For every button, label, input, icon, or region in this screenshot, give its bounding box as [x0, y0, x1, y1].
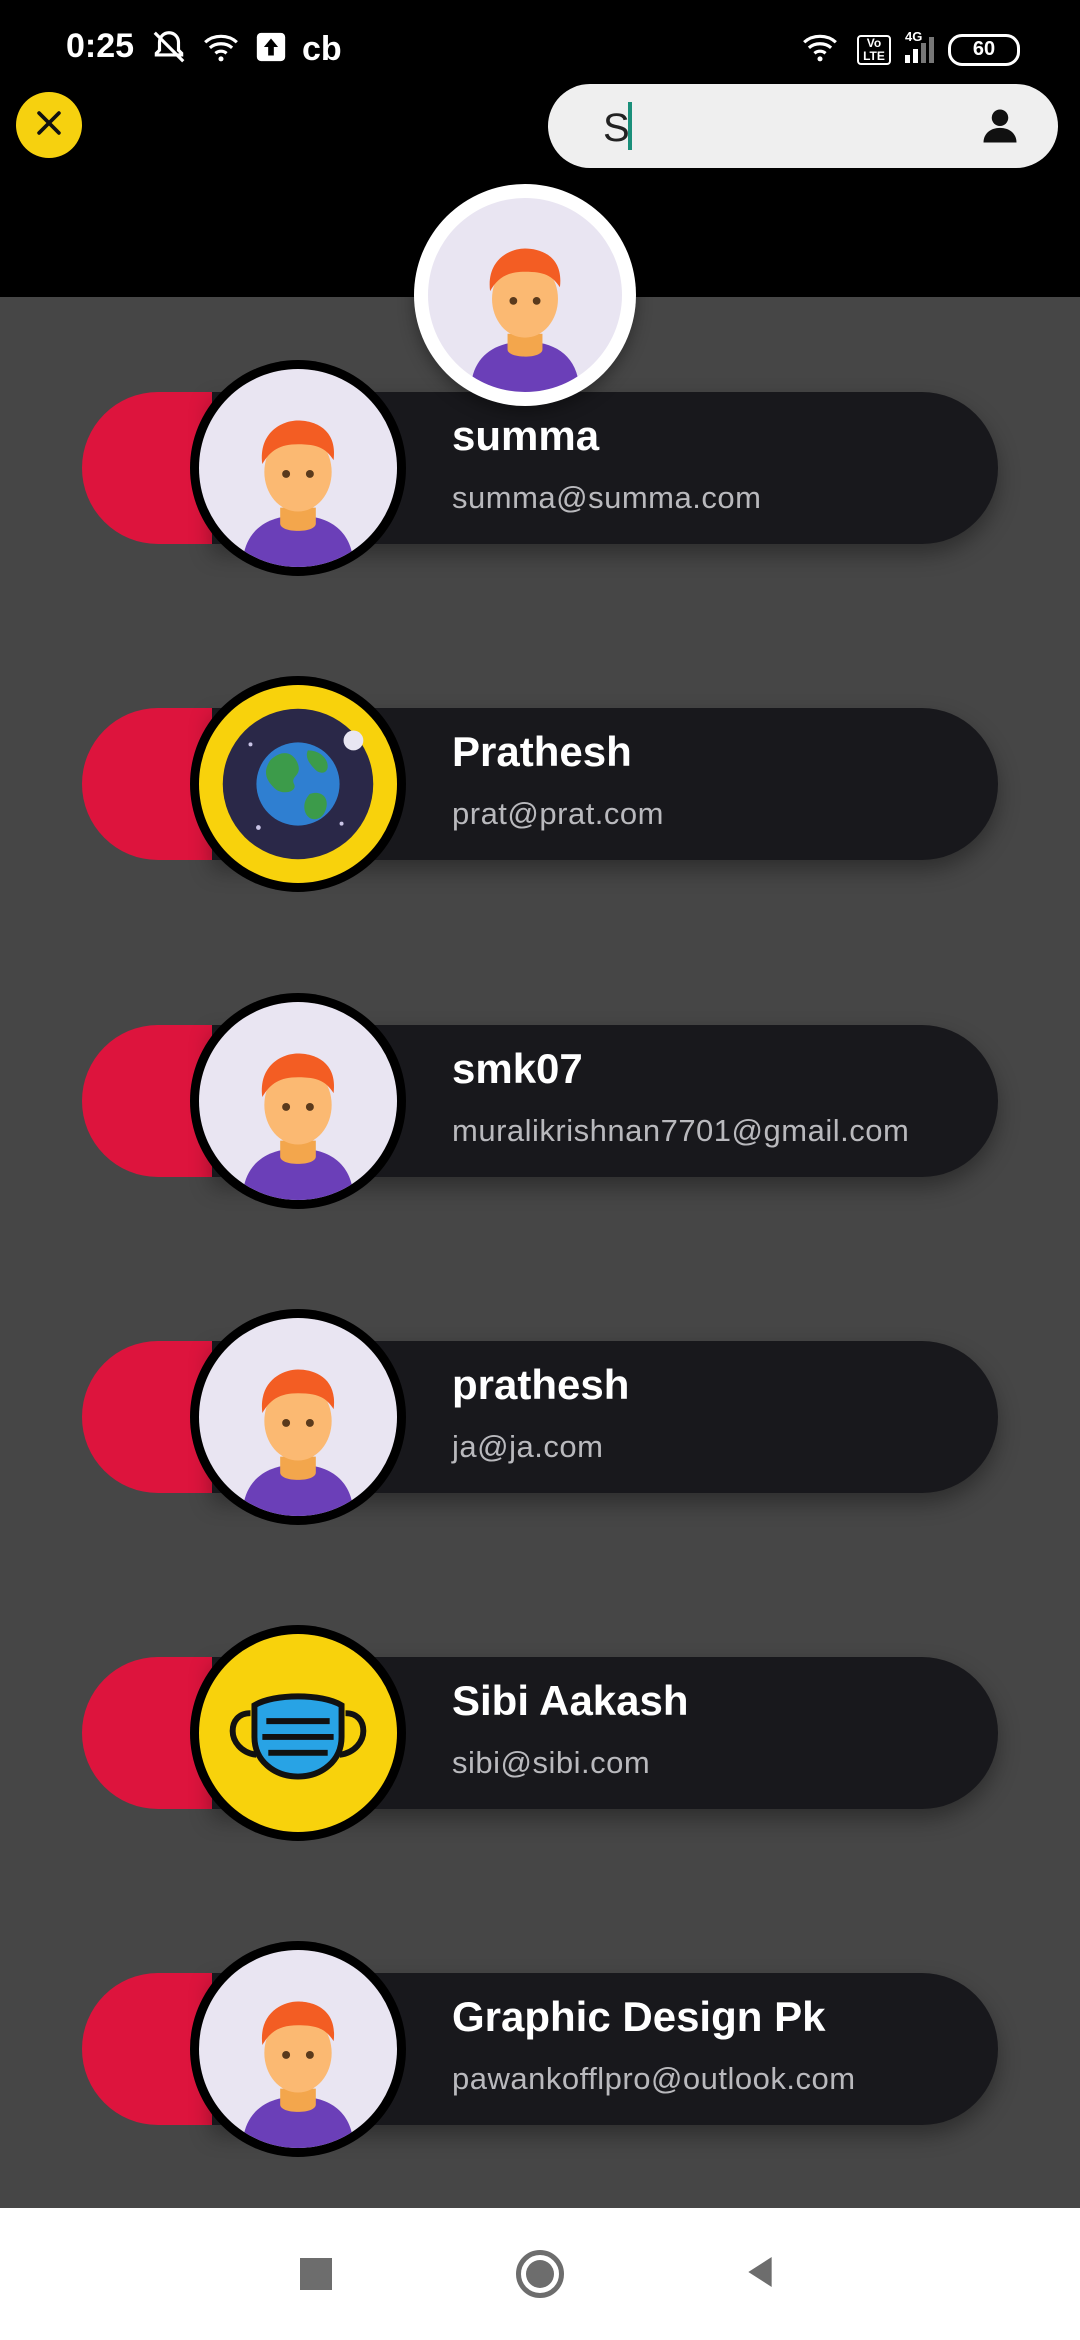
upload-icon [254, 30, 288, 69]
user-email: pawankofflpro@outlook.com [452, 2061, 856, 2096]
user-name: prathesh [452, 1361, 630, 1408]
user-avatar [190, 993, 406, 1209]
person-icon[interactable] [978, 104, 1022, 148]
user-avatar [190, 1625, 406, 1841]
volte-icon: Vo LTE [857, 34, 891, 65]
home-button[interactable] [480, 2208, 600, 2340]
person-avatar-icon [199, 369, 397, 567]
wifi-signal-icon [797, 28, 843, 71]
back-button[interactable] [700, 2208, 820, 2340]
user-card[interactable]: smk07 muralikrishnan7701@gmail.com [82, 993, 998, 1209]
search-query: S [603, 106, 630, 150]
mask-avatar-icon [199, 1634, 397, 1832]
user-email: prat@prat.com [452, 796, 664, 831]
user-card[interactable]: Prathesh prat@prat.com [82, 676, 998, 892]
person-avatar-icon [199, 1002, 397, 1200]
earth-avatar-icon [199, 685, 397, 883]
user-avatar [190, 360, 406, 576]
recents-button[interactable] [256, 2208, 376, 2340]
user-name: smk07 [452, 1045, 583, 1092]
user-email: sibi@sibi.com [452, 1745, 651, 1780]
close-button[interactable] [16, 92, 82, 158]
user-avatar [190, 1309, 406, 1525]
user-card[interactable]: summa summa@summa.com [82, 360, 998, 576]
volte-label: Vo LTE [863, 35, 885, 63]
user-name: Graphic Design Pk [452, 1993, 826, 2040]
person-avatar-icon [428, 198, 622, 392]
user-name: summa [452, 412, 600, 459]
person-avatar-icon [199, 1318, 397, 1516]
user-email: ja@ja.com [452, 1429, 604, 1464]
user-card[interactable]: Sibi Aakash sibi@sibi.com [82, 1625, 998, 1841]
circle-home-icon [516, 2250, 564, 2298]
network-label: 4G [905, 28, 923, 44]
close-icon [32, 106, 66, 145]
text-caret [628, 102, 632, 150]
person-avatar-icon [199, 1950, 397, 2148]
triangle-back-icon [740, 2252, 780, 2297]
square-icon [300, 2258, 332, 2290]
wifi-icon [202, 28, 240, 71]
carrier-label: cb [302, 30, 342, 68]
search-input[interactable]: S [548, 84, 1058, 168]
mute-icon [150, 28, 188, 71]
user-email: muralikrishnan7701@gmail.com [452, 1113, 910, 1148]
user-avatar [190, 676, 406, 892]
user-avatar [190, 1941, 406, 2157]
system-nav-bar [0, 2208, 1080, 2340]
user-card[interactable]: Graphic Design Pk pawankofflpro@outlook.… [82, 1941, 998, 2157]
current-user-avatar[interactable] [414, 184, 636, 406]
battery-indicator: 60 [948, 33, 1020, 66]
user-email: summa@summa.com [452, 480, 762, 515]
user-name: Sibi Aakash [452, 1677, 689, 1724]
cell-signal-icon: 4G [905, 29, 934, 63]
user-name: Prathesh [452, 728, 632, 775]
user-card[interactable]: prathesh ja@ja.com [82, 1309, 998, 1525]
status-time: 0:25 [66, 27, 135, 65]
